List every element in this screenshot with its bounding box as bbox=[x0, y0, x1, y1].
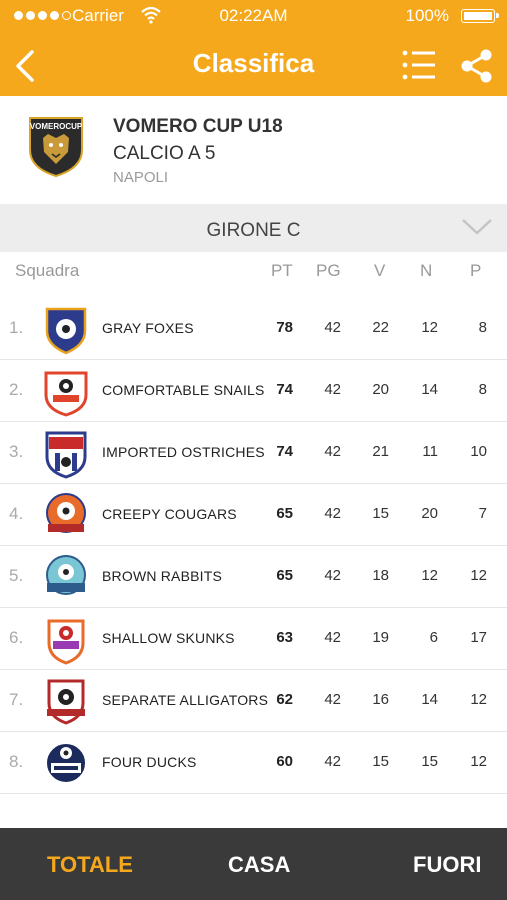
list-icon[interactable] bbox=[401, 46, 437, 84]
draws: 20 bbox=[421, 505, 438, 522]
team-crest bbox=[44, 371, 88, 417]
draws: 6 bbox=[429, 629, 438, 646]
tab-totale[interactable]: TOTALE bbox=[47, 852, 133, 878]
position: 7. bbox=[9, 690, 24, 709]
header-pt: PT bbox=[271, 261, 293, 280]
header-n: N bbox=[420, 261, 433, 280]
position: 2. bbox=[9, 380, 24, 399]
played: 42 bbox=[324, 629, 341, 646]
table-row[interactable]: 7. SEPARATE ALLIGATORS 62 42 16 14 12 bbox=[0, 670, 507, 732]
points: 65 bbox=[276, 567, 293, 584]
header-p: P bbox=[470, 261, 482, 280]
losses: 8 bbox=[478, 319, 487, 336]
league-city: NAPOLI bbox=[113, 169, 169, 186]
team-name: CREEPY COUGARS bbox=[102, 506, 237, 522]
draws: 14 bbox=[421, 381, 438, 398]
group-selector[interactable]: GIRONE C bbox=[0, 204, 507, 252]
played: 42 bbox=[324, 505, 341, 522]
team-name: COMFORTABLE SNAILS bbox=[102, 382, 265, 398]
table-row[interactable]: 2. COMFORTABLE SNAILS 74 42 20 14 8 bbox=[0, 360, 507, 422]
draws: 11 bbox=[422, 443, 438, 460]
points: 63 bbox=[276, 629, 293, 646]
group-label: GIRONE C bbox=[206, 220, 301, 241]
team-crest bbox=[46, 555, 86, 595]
wins: 21 bbox=[372, 443, 389, 460]
team-crest bbox=[45, 431, 87, 479]
position: 3. bbox=[9, 442, 24, 461]
chevron-down-icon[interactable] bbox=[461, 216, 493, 238]
losses: 8 bbox=[478, 381, 487, 398]
draws: 12 bbox=[421, 319, 438, 336]
position: 8. bbox=[9, 752, 24, 771]
table-row[interactable]: 8. FOUR DUCKS 60 42 15 15 12 bbox=[0, 732, 507, 794]
draws: 14 bbox=[421, 691, 438, 708]
team-crest bbox=[45, 742, 87, 784]
played: 42 bbox=[324, 443, 341, 460]
navbar: Classifica bbox=[0, 34, 507, 96]
tab-casa[interactable]: CASA bbox=[228, 852, 290, 878]
team-crest bbox=[46, 493, 86, 533]
played: 42 bbox=[324, 691, 341, 708]
losses: 7 bbox=[478, 505, 487, 522]
table-row[interactable]: 1. GRAY FOXES 78 42 22 12 8 bbox=[0, 298, 507, 360]
table-row[interactable]: 4. CREEPY COUGARS 65 42 15 20 7 bbox=[0, 484, 507, 546]
tab-fuori[interactable]: FUORI bbox=[413, 852, 481, 878]
position: 5. bbox=[9, 566, 24, 585]
battery-percent: 100% bbox=[405, 6, 449, 25]
team-crest bbox=[47, 679, 85, 725]
wins: 15 bbox=[372, 505, 389, 522]
wins: 16 bbox=[372, 691, 389, 708]
losses: 12 bbox=[470, 753, 487, 770]
table-row[interactable]: 6. SHALLOW SKUNKS 63 42 19 6 17 bbox=[0, 608, 507, 670]
points: 65 bbox=[276, 505, 293, 522]
tab-bar: TOTALE CASA FUORI bbox=[0, 828, 507, 900]
played: 42 bbox=[324, 381, 341, 398]
wins: 20 bbox=[372, 381, 389, 398]
team-name: SEPARATE ALLIGATORS bbox=[102, 692, 269, 708]
wins: 19 bbox=[372, 629, 389, 646]
draws: 15 bbox=[421, 753, 438, 770]
team-name: GRAY FOXES bbox=[102, 320, 194, 336]
wins: 18 bbox=[372, 567, 389, 584]
wins: 22 bbox=[372, 319, 389, 336]
points: 74 bbox=[276, 381, 293, 398]
position: 4. bbox=[9, 504, 24, 523]
header-pg: PG bbox=[316, 261, 341, 280]
team-name: IMPORTED OSTRICHES bbox=[102, 444, 265, 460]
position: 1. bbox=[9, 318, 24, 337]
points: 78 bbox=[276, 319, 293, 336]
share-icon[interactable] bbox=[459, 48, 495, 84]
wins: 15 bbox=[372, 753, 389, 770]
league-logo-text: VOMEROCUP bbox=[30, 122, 83, 131]
team-name: FOUR DUCKS bbox=[102, 754, 197, 770]
league-header: VOMEROCUP VOMERO CUP U18 CALCIO A 5 NAPO… bbox=[0, 96, 507, 204]
league-logo: VOMEROCUP bbox=[29, 117, 83, 178]
points: 60 bbox=[276, 753, 293, 770]
battery-icon bbox=[461, 9, 499, 23]
points: 74 bbox=[276, 443, 293, 460]
header-v: V bbox=[374, 261, 386, 280]
played: 42 bbox=[324, 319, 341, 336]
played: 42 bbox=[324, 753, 341, 770]
losses: 17 bbox=[470, 629, 487, 646]
table-header: Squadra PT PG V N P bbox=[0, 252, 507, 300]
losses: 10 bbox=[470, 443, 487, 460]
league-sport: CALCIO A 5 bbox=[113, 143, 216, 164]
played: 42 bbox=[324, 567, 341, 584]
team-name: BROWN RABBITS bbox=[102, 568, 223, 584]
losses: 12 bbox=[470, 567, 487, 584]
team-name: SHALLOW SKUNKS bbox=[102, 630, 235, 646]
league-name: VOMERO CUP U18 bbox=[113, 116, 283, 137]
table-row[interactable]: 5. BROWN RABBITS 65 42 18 12 12 bbox=[0, 546, 507, 608]
team-crest bbox=[45, 307, 87, 355]
team-crest bbox=[47, 619, 85, 665]
points: 62 bbox=[276, 691, 293, 708]
losses: 12 bbox=[470, 691, 487, 708]
draws: 12 bbox=[421, 567, 438, 584]
header-team: Squadra bbox=[15, 261, 80, 280]
status-bar: Carrier 02:22AM 100% bbox=[0, 0, 507, 34]
position: 6. bbox=[9, 628, 24, 647]
table-row[interactable]: 3. IMPORTED OSTRICHES 74 42 21 11 10 bbox=[0, 422, 507, 484]
